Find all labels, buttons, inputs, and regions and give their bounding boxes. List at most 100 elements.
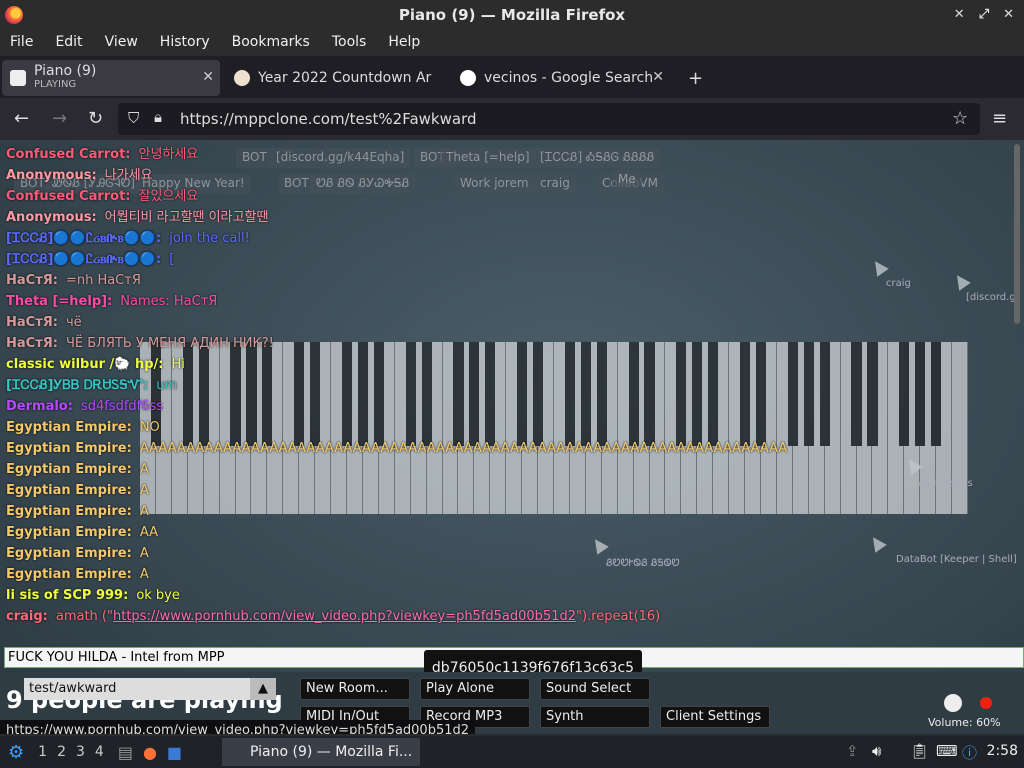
menu-tools[interactable]: Tools — [332, 34, 367, 50]
workspace-4[interactable]: 4 — [95, 744, 104, 760]
client-settings-button[interactable]: Client Settings — [660, 706, 770, 728]
close-tab-icon[interactable]: ✕ — [202, 69, 214, 85]
volume-knob-icon[interactable] — [944, 694, 962, 712]
chat-author[interactable]: Egyptian Empire: — [6, 546, 132, 561]
menu-view[interactable]: View — [105, 34, 138, 50]
chat-author[interactable]: Theta [=help]: — [6, 294, 112, 309]
maximize-icon[interactable]: ⤢ — [979, 7, 989, 22]
black-key[interactable] — [851, 342, 862, 446]
chat-author[interactable]: НаСтЯ: — [6, 315, 58, 330]
chat-author[interactable]: [ᏆᏟᏟᏰ]ᎩᏴᏴ ᎠᎡᏌᏚᎦᏉ: — [6, 378, 148, 393]
page-content: BOT [discord.gg/k44Eqha] BOT Theta [=help][… — [0, 140, 1024, 734]
chat-message: Confused Carrot: 안녕하세요 — [6, 144, 806, 165]
notification-icon[interactable]: ⓘ — [962, 742, 977, 763]
navigation-bar: ← → ↻ ⛉ 🔒︎ https://mppclone.com/test%2Fa… — [0, 98, 1024, 140]
chat-author[interactable]: Egyptian Empire: — [6, 567, 132, 582]
tab-playing-label: PLAYING — [34, 79, 77, 90]
tab-countdown-label: Year 2022 Countdown Ar — [258, 70, 432, 86]
firefox-icon — [5, 6, 23, 24]
chat-author[interactable]: НаСтЯ: — [6, 336, 58, 351]
menu-bookmarks[interactable]: Bookmarks — [232, 34, 310, 50]
new-tab-button[interactable]: + — [680, 60, 710, 96]
chat-message: Anonymous: 나가세요 — [6, 165, 806, 186]
forward-icon[interactable]: → — [52, 108, 67, 129]
chat-link[interactable]: https://www.pornhub.com/view_video.php?v… — [113, 609, 576, 624]
chat-message: Egyptian Empire: A — [6, 501, 806, 522]
black-key[interactable] — [915, 342, 926, 446]
workspace-2[interactable]: 2 — [57, 744, 66, 760]
upload-icon[interactable]: ⇪ — [846, 742, 859, 760]
chat-scrollbar[interactable] — [1014, 144, 1020, 324]
reload-icon[interactable]: ↻ — [88, 108, 103, 129]
tab-google[interactable]: vecinos - Google Search ✕ — [452, 60, 670, 96]
chat-text: Names: НаСтЯ — [120, 294, 218, 309]
chat-author[interactable]: Anonymous: — [6, 168, 97, 183]
tab-piano[interactable]: Piano (9) PLAYING ✕ — [2, 60, 220, 96]
workspace-1[interactable]: 1 — [38, 744, 47, 760]
menu-file[interactable]: File — [10, 34, 33, 50]
chat-message: Egyptian Empire: AA — [6, 522, 806, 543]
chat-author[interactable]: Egyptian Empire: — [6, 504, 132, 519]
url-field[interactable]: ⛉ 🔒︎ https://mppclone.com/test%2Fawkward — [118, 103, 980, 135]
black-key[interactable] — [867, 342, 878, 446]
chat-author[interactable]: Egyptian Empire: — [6, 462, 132, 477]
chat-message: Egyptian Empire: A — [6, 459, 806, 480]
chat-author[interactable]: Egyptian Empire: — [6, 420, 132, 435]
menu-help[interactable]: Help — [388, 34, 420, 50]
chat-author[interactable]: Egyptian Empire: — [6, 525, 132, 540]
speaker-icon[interactable]: 🔊︎ — [872, 742, 881, 760]
sound-select-button[interactable]: Sound Select — [540, 678, 650, 700]
menu-edit[interactable]: Edit — [55, 34, 82, 50]
chat-text: A — [139, 504, 149, 519]
room-select[interactable]: test/awkward ▲ — [24, 678, 276, 700]
close-tab-icon[interactable]: ✕ — [652, 69, 664, 85]
desktop-icon[interactable]: ■ — [167, 743, 182, 762]
chat-message: НаСтЯ: чё — [6, 312, 806, 333]
chat-author[interactable]: Dermalo: — [6, 399, 73, 414]
black-key[interactable] — [931, 342, 942, 446]
chat-text: Hi — [171, 357, 185, 372]
chat-author[interactable]: Egyptian Empire: — [6, 483, 132, 498]
chat-author[interactable]: Anonymous: — [6, 210, 97, 225]
play-alone-button[interactable]: Play Alone — [420, 678, 530, 700]
chat-author[interactable]: craig: — [6, 609, 48, 624]
chat-author[interactable]: Confused Carrot: — [6, 147, 131, 162]
chat-message: [ᏆᏟᏟᏰ]🔵🔵Ꮭᏽᏼᎅᏼ🔵🔵: [ — [6, 249, 806, 270]
black-key[interactable] — [819, 342, 830, 446]
new-room-button[interactable]: New Room... — [300, 678, 410, 700]
menu-history[interactable]: History — [160, 34, 210, 50]
chat-author[interactable]: Egyptian Empire: — [6, 441, 132, 456]
chat-text: 나가세요 — [104, 168, 153, 183]
chat-author[interactable]: [ᏆᏟᏟᏰ]🔵🔵Ꮭᏽᏼᎅᏼ🔵🔵: — [6, 231, 161, 246]
chat-author[interactable]: [ᏆᏟᏟᏰ]🔵🔵Ꮭᏽᏼᎅᏼ🔵🔵: — [6, 252, 161, 267]
chat-author[interactable]: НаСтЯ: — [6, 273, 58, 288]
hamburger-menu-icon[interactable]: ≡ — [992, 108, 1007, 129]
shield-icon[interactable]: ⛉ — [128, 109, 139, 127]
start-menu-icon[interactable]: ⚙ — [8, 742, 24, 763]
window-title: Piano (9) — Mozilla Firefox — [398, 6, 626, 24]
back-icon[interactable]: ← — [14, 108, 29, 129]
taskbar-firefox-window[interactable]: Piano (9) — Mozilla Fi... — [222, 738, 421, 766]
chat-message: Egyptian Empire: A — [6, 480, 806, 501]
minimize-icon[interactable]: ✕ — [954, 7, 965, 22]
lock-icon[interactable]: 🔒︎ — [154, 108, 162, 126]
chat-author[interactable]: li sis of SCP 999: — [6, 588, 128, 603]
synth-button[interactable]: Synth — [540, 706, 650, 728]
file-manager-icon[interactable]: ▤ — [118, 743, 133, 762]
cursor-label: Wy Pikeaus — [916, 478, 973, 489]
close-icon[interactable]: ✕ — [1003, 7, 1014, 22]
workspace-3[interactable]: 3 — [76, 744, 85, 760]
chat-text: ").repeat(16) — [576, 609, 661, 624]
chat-author[interactable]: Confused Carrot: — [6, 189, 131, 204]
tab-countdown[interactable]: Year 2022 Countdown Ar — [226, 60, 448, 96]
bookmark-star-icon[interactable]: ☆ — [952, 108, 968, 129]
chevron-up-icon[interactable]: ▲ — [250, 678, 276, 700]
tab-bar: Piano (9) PLAYING ✕ Year 2022 Countdown … — [0, 56, 1024, 98]
firefox-launcher-icon[interactable]: ● — [143, 743, 157, 762]
chat-message: Egyptian Empire: NO — [6, 417, 806, 438]
chat-author[interactable]: classic wilbur /🐑 hp/: — [6, 357, 164, 372]
black-key[interactable] — [899, 342, 910, 446]
network-icon[interactable]: ⌨ — [936, 742, 958, 760]
clipboard-icon[interactable]: 📋︎ — [910, 742, 929, 760]
chat-message: Theta [=help]: Names: НаСтЯ — [6, 291, 806, 312]
